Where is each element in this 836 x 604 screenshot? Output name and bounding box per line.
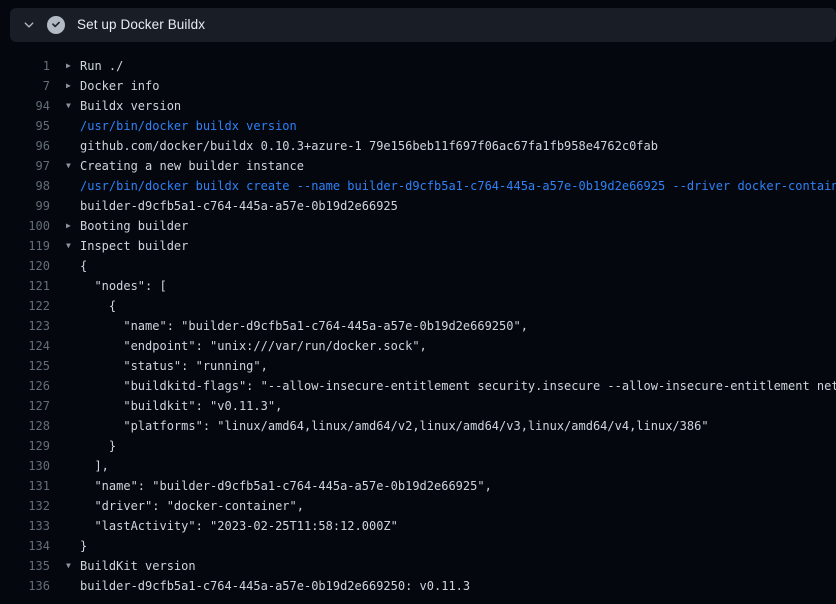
log-line: 130 ], xyxy=(0,456,836,476)
log-output-text: builder-d9cfb5a1-c764-445a-a57e-0b19d2e6… xyxy=(80,196,398,216)
log-line: 126 "buildkitd-flags": "--allow-insecure… xyxy=(0,376,836,396)
log-output-text: "endpoint": "unix:///var/run/docker.sock… xyxy=(80,336,427,356)
line-number[interactable]: 131 xyxy=(0,476,50,496)
log-line[interactable]: 100 ▶Booting builder xyxy=(0,216,836,236)
line-number[interactable]: 126 xyxy=(0,376,50,396)
log-output-text: "driver": "docker-container", xyxy=(80,496,304,516)
log-output-text: "nodes": [ xyxy=(80,276,167,296)
group-expanded-icon[interactable]: ▼ xyxy=(66,96,80,116)
log-line: 98/usr/bin/docker buildx create --name b… xyxy=(0,176,836,196)
log-output-text: "buildkit": "v0.11.3", xyxy=(80,396,282,416)
log-line: 136 builder-d9cfb5a1-c764-445a-a57e-0b19d… xyxy=(0,576,836,596)
line-number[interactable]: 125 xyxy=(0,356,50,376)
log-line: 122 { xyxy=(0,296,836,316)
line-number[interactable]: 1 xyxy=(0,56,50,76)
log-line: 134} xyxy=(0,536,836,556)
log-line[interactable]: 94 ▼Buildx version xyxy=(0,96,836,116)
log-line: 131 "name": "builder-d9cfb5a1-c764-445a-… xyxy=(0,476,836,496)
group-title[interactable]: BuildKit version xyxy=(80,556,196,576)
step-header[interactable]: Set up Docker Buildx xyxy=(10,8,836,42)
line-number[interactable]: 122 xyxy=(0,296,50,316)
line-number[interactable]: 130 xyxy=(0,456,50,476)
log-output-text: { xyxy=(80,256,87,276)
log-line: 132 "driver": "docker-container", xyxy=(0,496,836,516)
log-line[interactable]: 97 ▼Creating a new builder instance xyxy=(0,156,836,176)
group-expanded-icon[interactable]: ▼ xyxy=(66,156,80,176)
group-collapsed-icon[interactable]: ▶ xyxy=(66,56,80,76)
line-number[interactable]: 127 xyxy=(0,396,50,416)
step-title: Set up Docker Buildx xyxy=(77,8,205,42)
log-output-text: ], xyxy=(80,456,109,476)
log-output-text: "lastActivity": "2023-02-25T11:58:12.000… xyxy=(80,516,398,536)
line-number[interactable]: 94 xyxy=(0,96,50,116)
group-title[interactable]: Inspect builder xyxy=(80,236,188,256)
line-number[interactable]: 99 xyxy=(0,196,50,216)
log-line: 133 "lastActivity": "2023-02-25T11:58:12… xyxy=(0,516,836,536)
log-output-text: "platforms": "linux/amd64,linux/amd64/v2… xyxy=(80,416,709,436)
line-number[interactable]: 121 xyxy=(0,276,50,296)
check-circle-icon xyxy=(47,16,65,34)
line-number[interactable]: 7 xyxy=(0,76,50,96)
log-lines: 1▶Run ./7▶Docker info94▼Buildx version95… xyxy=(0,42,836,604)
log-line: 124 "endpoint": "unix:///var/run/docker.… xyxy=(0,336,836,356)
log-line: 125 "status": "running", xyxy=(0,356,836,376)
line-number[interactable]: 133 xyxy=(0,516,50,536)
log-line: 128 "platforms": "linux/amd64,linux/amd6… xyxy=(0,416,836,436)
log-output-text: { xyxy=(80,296,116,316)
log-line: 127 "buildkit": "v0.11.3", xyxy=(0,396,836,416)
log-output-text: github.com/docker/buildx 0.10.3+azure-1 … xyxy=(80,136,658,156)
group-title[interactable]: Buildx version xyxy=(80,96,181,116)
log-line: 129 } xyxy=(0,436,836,456)
line-number[interactable]: 135 xyxy=(0,556,50,576)
log-output-text: "status": "running", xyxy=(80,356,268,376)
log-output-text: "name": "builder-d9cfb5a1-c764-445a-a57e… xyxy=(80,316,528,336)
log-output-text: } xyxy=(80,436,116,456)
log-output-text: builder-d9cfb5a1-c764-445a-a57e-0b19d2e6… xyxy=(80,576,470,596)
log-line[interactable]: 1 ▶Run ./ xyxy=(0,56,836,76)
line-number[interactable]: 100 xyxy=(0,216,50,236)
line-number[interactable]: 96 xyxy=(0,136,50,156)
group-title[interactable]: Creating a new builder instance xyxy=(80,156,304,176)
log-output-text: } xyxy=(80,536,87,556)
log-command-text: /usr/bin/docker buildx version xyxy=(80,116,297,136)
log-command-text: /usr/bin/docker buildx create --name bui… xyxy=(80,176,836,196)
line-number[interactable]: 120 xyxy=(0,256,50,276)
group-expanded-icon[interactable]: ▼ xyxy=(66,556,80,576)
log-line: 95/usr/bin/docker buildx version xyxy=(0,116,836,136)
log-line[interactable]: 119 ▼Inspect builder xyxy=(0,236,836,256)
line-number[interactable]: 136 xyxy=(0,576,50,596)
group-title[interactable]: Booting builder xyxy=(80,216,188,236)
line-number[interactable]: 95 xyxy=(0,116,50,136)
line-number[interactable]: 97 xyxy=(0,156,50,176)
log-line: 121 "nodes": [ xyxy=(0,276,836,296)
group-title[interactable]: Run ./ xyxy=(80,56,123,76)
log-line: 123 "name": "builder-d9cfb5a1-c764-445a-… xyxy=(0,316,836,336)
log-output-text: "name": "builder-d9cfb5a1-c764-445a-a57e… xyxy=(80,476,492,496)
log-line: 96 github.com/docker/buildx 0.10.3+azure-… xyxy=(0,136,836,156)
log-output-text: "buildkitd-flags": "--allow-insecure-ent… xyxy=(80,376,836,396)
line-number[interactable]: 129 xyxy=(0,436,50,456)
log-line[interactable]: 7 ▶Docker info xyxy=(0,76,836,96)
line-number[interactable]: 119 xyxy=(0,236,50,256)
line-number[interactable]: 134 xyxy=(0,536,50,556)
log-line[interactable]: 135 ▼BuildKit version xyxy=(0,556,836,576)
line-number[interactable]: 132 xyxy=(0,496,50,516)
line-number[interactable]: 123 xyxy=(0,316,50,336)
group-collapsed-icon[interactable]: ▶ xyxy=(66,76,80,96)
line-number[interactable]: 128 xyxy=(0,416,50,436)
group-expanded-icon[interactable]: ▼ xyxy=(66,236,80,256)
line-number[interactable]: 124 xyxy=(0,336,50,356)
group-title[interactable]: Docker info xyxy=(80,76,159,96)
group-collapsed-icon[interactable]: ▶ xyxy=(66,216,80,236)
chevron-down-icon[interactable] xyxy=(19,15,39,35)
log-line: 120 { xyxy=(0,256,836,276)
log-line: 99 builder-d9cfb5a1-c764-445a-a57e-0b19d2… xyxy=(0,196,836,216)
line-number[interactable]: 98 xyxy=(0,176,50,196)
